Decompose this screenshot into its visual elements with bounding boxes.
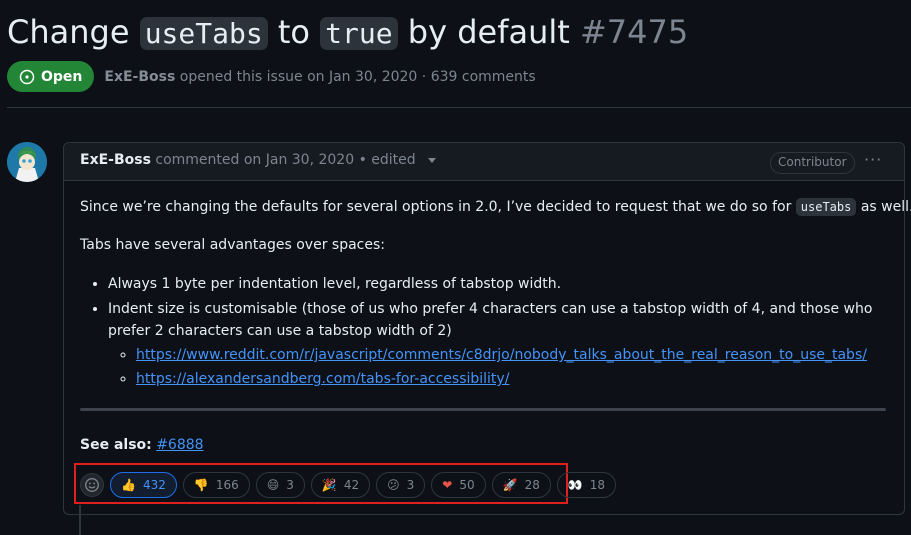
- header-divider: [7, 107, 911, 108]
- see-also-label: See also:: [80, 437, 152, 453]
- title-text-2: to: [277, 13, 310, 51]
- issue-opened-icon: [19, 69, 35, 84]
- comment-header: ExE-Boss commented on Jan 30, 2020 • edi…: [64, 143, 904, 181]
- comment-meta-text: commented on Jan 30, 2020 • edited: [155, 152, 416, 168]
- comment-box: ExE-Boss commented on Jan 30, 2020 • edi…: [63, 142, 911, 515]
- edit-history-chevron-down-icon[interactable]: [428, 157, 437, 163]
- list-item-text: Always 1 byte per indentation level, reg…: [108, 276, 562, 292]
- accessibility-link[interactable]: https://alexandersandberg.com/tabs-for-a…: [136, 371, 509, 387]
- comment-paragraph-2: Tabs have several advantages over spaces…: [80, 237, 385, 253]
- title-code-usetabs: useTabs: [139, 17, 268, 50]
- laugh-icon: 😄: [266, 478, 280, 492]
- list-item-text-cont: prefer 2 characters can use a tabstop wi…: [108, 323, 452, 339]
- reaction-count: 28: [524, 478, 540, 492]
- reaction-count: 18: [589, 478, 606, 492]
- smiley-icon: [85, 478, 99, 492]
- comment-options-icon[interactable]: ···: [864, 151, 884, 171]
- rocket-icon: 🚀: [502, 478, 518, 492]
- reddit-link[interactable]: https://www.reddit.com/r/javascript/comm…: [136, 347, 867, 363]
- thumbs-down-icon: 👎: [193, 478, 209, 492]
- reaction-confused[interactable]: 😕 3: [376, 472, 426, 498]
- links-list: https://www.reddit.com/r/javascript/comm…: [108, 344, 898, 390]
- comment-author-link[interactable]: ExE-Boss: [80, 152, 151, 168]
- comment-meta: ExE-Boss commented on Jan 30, 2020 • edi…: [80, 152, 437, 168]
- reaction-laugh[interactable]: 😄 3: [255, 472, 305, 498]
- list-item: Indent size is customisable (those of us…: [108, 298, 898, 390]
- issue-title: Change useTabs to true by default #7475: [7, 10, 907, 56]
- reaction-heart[interactable]: ❤ 50: [431, 472, 486, 498]
- issue-state-label: Open: [41, 68, 83, 85]
- reaction-count: 3: [286, 478, 294, 492]
- list-item-text: Indent size is customisable (those of us…: [108, 301, 873, 317]
- list-item: https://alexandersandberg.com/tabs-for-a…: [136, 368, 898, 390]
- confused-icon: 😕: [387, 478, 400, 492]
- issue-opened-meta: opened this issue on Jan 30, 2020 · 639 …: [179, 68, 536, 85]
- contributor-badge: Contributor: [770, 152, 855, 174]
- paragraph-1-text: Since we’re changing the defaults for se…: [80, 199, 792, 215]
- horizontal-rule: [80, 408, 886, 411]
- avatar[interactable]: [7, 142, 47, 182]
- reaction-count: 50: [459, 478, 475, 492]
- paragraph-1-text-end: as well.: [860, 199, 911, 215]
- see-also-issue-link[interactable]: #6888: [156, 437, 203, 453]
- title-code-true: true: [320, 17, 398, 50]
- heart-icon: ❤: [442, 478, 453, 492]
- comment-paragraph-1: Since we’re changing the defaults for se…: [80, 198, 911, 216]
- paragraph-1-code: useTabs: [795, 198, 857, 216]
- see-also: See also: #6888: [80, 437, 204, 453]
- reactions-bar: 👍 432 👎 166 😄 3 🎉 42 😕 3 ❤ 50 🚀 28 👀 18: [80, 472, 617, 498]
- reaction-thumbs-up[interactable]: 👍 432: [110, 472, 177, 498]
- reaction-count: 432: [142, 478, 166, 492]
- eyes-icon: 👀: [567, 478, 583, 492]
- avatar-image: [7, 142, 47, 182]
- issue-meta: Open ExE-Boss opened this issue on Jan 3…: [7, 61, 536, 92]
- reaction-thumbs-down[interactable]: 👎 166: [182, 472, 250, 498]
- advantages-list: Always 1 byte per indentation level, reg…: [80, 273, 898, 393]
- reaction-hooray[interactable]: 🎉 42: [310, 472, 371, 498]
- thumbs-up-icon: 👍: [121, 478, 136, 492]
- reaction-count: 166: [215, 478, 239, 492]
- list-item: https://www.reddit.com/r/javascript/comm…: [136, 344, 898, 366]
- reaction-count: 42: [343, 478, 360, 492]
- add-reaction-button[interactable]: [80, 473, 104, 497]
- title-text-3: by default: [407, 13, 570, 51]
- list-item: Always 1 byte per indentation level, reg…: [108, 273, 898, 295]
- issue-opened-text: ExE-Boss opened this issue on Jan 30, 20…: [104, 69, 535, 85]
- reaction-rocket[interactable]: 🚀 28: [491, 472, 551, 498]
- reaction-eyes[interactable]: 👀 18: [556, 472, 617, 498]
- timeline-line: [79, 505, 81, 535]
- title-text-1: Change: [7, 13, 130, 51]
- issue-state-badge: Open: [7, 61, 95, 92]
- hooray-icon: 🎉: [321, 478, 337, 492]
- issue-number: #7475: [579, 13, 689, 51]
- reaction-count: 3: [406, 478, 415, 492]
- issue-author-link[interactable]: ExE-Boss: [104, 69, 175, 85]
